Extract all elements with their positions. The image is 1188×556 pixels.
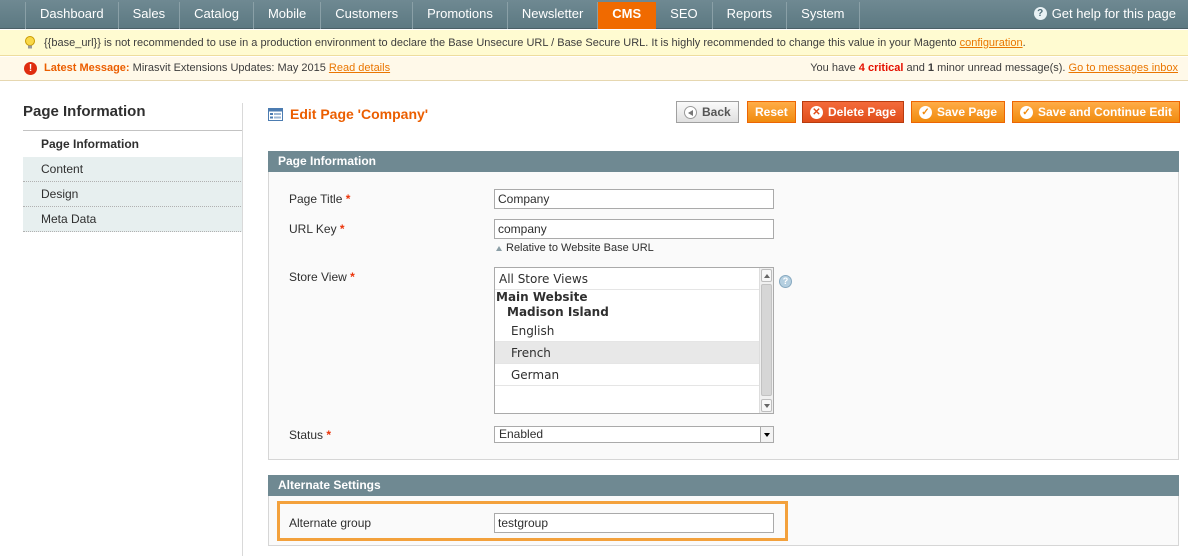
nav-system[interactable]: System bbox=[787, 2, 860, 29]
help-text: Get help for this page bbox=[1051, 6, 1176, 21]
critical-count: 4 critical bbox=[858, 62, 904, 74]
sidebar-tabs: Page Information Content Design Meta Dat… bbox=[23, 132, 243, 232]
store-view-help-icon[interactable]: ? bbox=[779, 275, 792, 288]
notice-text: {{base_url}} is not recommended to use i… bbox=[44, 37, 957, 49]
configuration-link[interactable]: configuration bbox=[960, 37, 1023, 49]
check-icon: ✓ bbox=[1020, 105, 1033, 119]
scroll-up-icon[interactable] bbox=[761, 269, 772, 282]
tab-design[interactable]: Design bbox=[23, 182, 243, 207]
sidebar-divider bbox=[242, 103, 243, 556]
tab-content[interactable]: Content bbox=[23, 157, 243, 182]
nav-menu: Dashboard Sales Catalog Mobile Customers… bbox=[25, 2, 860, 29]
nav-customers[interactable]: Customers bbox=[321, 2, 414, 29]
page-information-legend: Page Information bbox=[268, 151, 1179, 172]
url-key-label: URL Key * bbox=[289, 222, 345, 236]
highlight-box bbox=[277, 501, 788, 541]
save-page-button[interactable]: ✓ Save Page bbox=[911, 101, 1006, 123]
back-arrow-icon bbox=[684, 105, 697, 119]
notice-suffix: . bbox=[1022, 37, 1026, 49]
status-label: Status * bbox=[289, 428, 332, 442]
chevron-down-icon bbox=[760, 427, 773, 442]
save-continue-label: Save and Continue Edit bbox=[1038, 105, 1173, 119]
help-icon: ? bbox=[1033, 7, 1047, 20]
delete-icon: ✕ bbox=[810, 105, 823, 119]
config-notice: {{base_url}} is not recommended to use i… bbox=[0, 30, 1188, 56]
store-view-multiselect[interactable]: All Store Views Main Website Madison Isl… bbox=[494, 267, 774, 414]
tab-page-information[interactable]: Page Information bbox=[23, 132, 243, 157]
tab-meta-data[interactable]: Meta Data bbox=[23, 207, 243, 232]
back-label: Back bbox=[702, 105, 731, 119]
you-have-text: You have bbox=[810, 62, 856, 74]
back-button[interactable]: Back bbox=[676, 101, 739, 123]
minor-count: 1 bbox=[927, 62, 935, 74]
cms-page-icon bbox=[268, 108, 283, 121]
nav-seo[interactable]: SEO bbox=[656, 2, 713, 29]
option-german[interactable]: German bbox=[495, 364, 759, 386]
nav-newsletter[interactable]: Newsletter bbox=[508, 2, 599, 29]
delete-label: Delete Page bbox=[828, 105, 897, 119]
sidebar-title: Page Information bbox=[23, 103, 243, 131]
check-icon: ✓ bbox=[919, 105, 932, 119]
scroll-down-icon[interactable] bbox=[761, 399, 772, 412]
nav-promotions[interactable]: Promotions bbox=[413, 2, 508, 29]
nav-reports[interactable]: Reports bbox=[713, 2, 788, 29]
optgroup-madison-island: Madison Island bbox=[507, 305, 609, 319]
reset-button[interactable]: Reset bbox=[747, 101, 796, 123]
messages-inbox-link[interactable]: Go to messages inbox bbox=[1069, 62, 1178, 74]
page-title-label: Page Title * bbox=[289, 192, 351, 206]
status-select[interactable]: Enabled bbox=[494, 426, 774, 443]
lightbulb-icon bbox=[25, 36, 35, 49]
and-text: and bbox=[906, 62, 925, 74]
nav-catalog[interactable]: Catalog bbox=[180, 2, 254, 29]
option-all-store-views[interactable]: All Store Views bbox=[495, 268, 759, 290]
save-label: Save Page bbox=[937, 105, 998, 119]
read-details-link[interactable]: Read details bbox=[329, 62, 390, 74]
latest-message-text: Mirasvit Extensions Updates: May 2015 bbox=[132, 62, 326, 74]
latest-message-bar: ! Latest Message: Mirasvit Extensions Up… bbox=[0, 57, 1188, 81]
note-arrow-icon bbox=[496, 245, 502, 251]
status-value: Enabled bbox=[499, 427, 544, 441]
latest-message-label: Latest Message: bbox=[44, 62, 130, 74]
url-key-input[interactable] bbox=[494, 219, 774, 239]
url-key-note: Relative to Website Base URL bbox=[496, 242, 654, 254]
top-navigation: Dashboard Sales Catalog Mobile Customers… bbox=[0, 0, 1188, 29]
delete-page-button[interactable]: ✕ Delete Page bbox=[802, 101, 905, 123]
required-mark: * bbox=[326, 428, 332, 442]
required-mark: * bbox=[339, 222, 345, 236]
alert-icon: ! bbox=[24, 62, 37, 75]
required-mark: * bbox=[350, 270, 355, 284]
alternate-settings-legend: Alternate Settings bbox=[268, 475, 1179, 496]
nav-dashboard[interactable]: Dashboard bbox=[25, 2, 119, 29]
page-title-input[interactable] bbox=[494, 189, 774, 209]
multiselect-scrollbar[interactable] bbox=[759, 268, 773, 413]
nav-mobile[interactable]: Mobile bbox=[254, 2, 322, 29]
minor-text: minor unread message(s). bbox=[937, 62, 1066, 74]
required-mark: * bbox=[345, 192, 351, 206]
scroll-thumb[interactable] bbox=[761, 284, 772, 396]
option-french[interactable]: French bbox=[495, 342, 759, 364]
help-link[interactable]: ? Get help for this page bbox=[1033, 6, 1176, 21]
save-continue-button[interactable]: ✓ Save and Continue Edit bbox=[1012, 101, 1181, 123]
option-english[interactable]: English bbox=[495, 320, 759, 342]
optgroup-main-website: Main Website bbox=[496, 290, 588, 304]
store-view-label: Store View * bbox=[289, 270, 355, 284]
nav-sales[interactable]: Sales bbox=[119, 2, 181, 29]
reset-label: Reset bbox=[755, 105, 788, 119]
page-title: Edit Page 'Company' bbox=[290, 106, 429, 122]
nav-cms[interactable]: CMS bbox=[598, 2, 657, 29]
